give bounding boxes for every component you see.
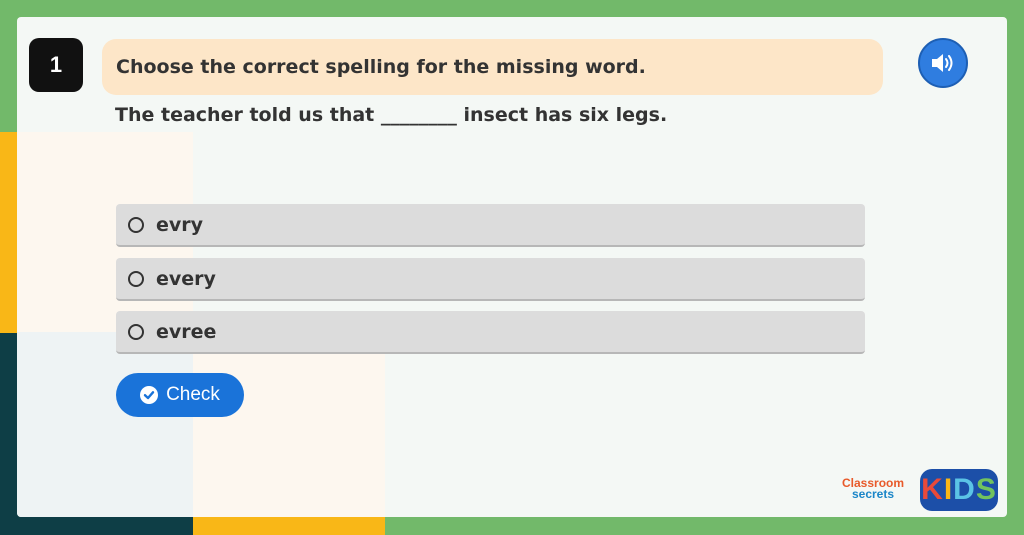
kids-letter: D <box>953 473 976 506</box>
answer-option-label: evry <box>156 213 204 236</box>
check-button[interactable]: Check <box>116 373 244 417</box>
question-number: 1 <box>29 38 83 92</box>
kids-letter: K <box>921 473 944 506</box>
kids-logo: K I D S <box>920 469 998 511</box>
card-tint <box>17 332 193 517</box>
answer-option-label: evree <box>156 320 217 343</box>
check-circle-icon <box>140 386 159 404</box>
logo-line-2: secrets <box>851 487 895 501</box>
check-button-label: Check <box>166 384 220 405</box>
answer-option-evry[interactable]: evry <box>116 204 865 247</box>
question-prompt: Choose the correct spelling for the miss… <box>102 39 883 95</box>
radio-button[interactable] <box>128 323 144 340</box>
answer-option-every[interactable]: every <box>116 258 865 301</box>
radio-button[interactable] <box>128 216 144 233</box>
question-sentence: The teacher told us that ________ insect… <box>115 104 668 126</box>
kids-letter: S <box>975 473 997 506</box>
audio-button[interactable] <box>918 38 968 88</box>
speaker-icon <box>932 54 953 72</box>
radio-button[interactable] <box>128 270 144 287</box>
kids-letter: I <box>943 473 954 506</box>
answer-option-evree[interactable]: evree <box>116 311 865 354</box>
classroom-secrets-logo: Classroom secrets <box>842 477 904 501</box>
answer-option-label: every <box>156 267 216 290</box>
question-prompt-text: Choose the correct spelling for the miss… <box>116 56 646 78</box>
